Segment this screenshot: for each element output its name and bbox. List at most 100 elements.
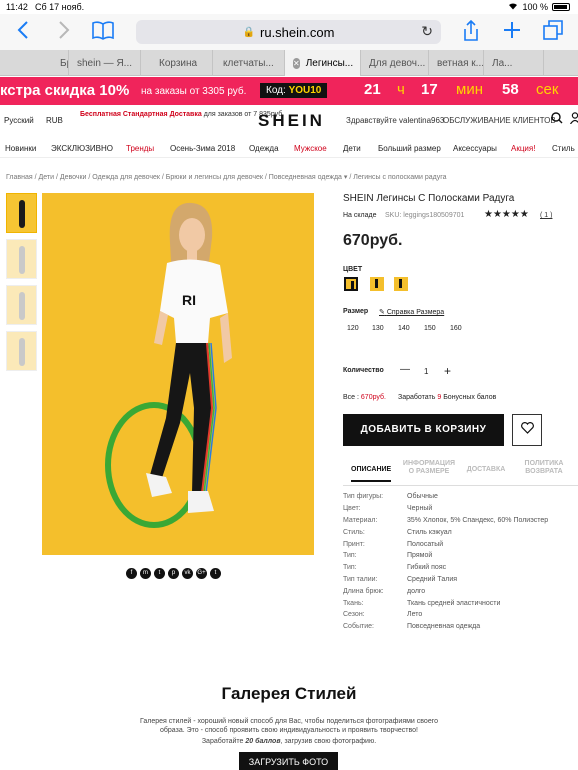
thumbnail-4[interactable] (6, 331, 37, 371)
size-option-130[interactable]: 130 (372, 325, 384, 332)
tab-description[interactable]: ОПИСАНИЕ (351, 466, 391, 482)
promo-code: Код: YOU10 (260, 83, 328, 98)
quantity-increase-button[interactable]: + (444, 364, 451, 378)
account-greeting[interactable]: Здравствуйте valentina963 (346, 116, 444, 125)
google-plus-icon[interactable]: G+ (196, 568, 207, 579)
promo-banner[interactable]: кстра скидка 10% на заказы от 3305 руб. … (0, 77, 578, 105)
attr-value: Обычные (407, 493, 438, 500)
rating-stars: ★★★★★ (484, 209, 529, 220)
bookmarks-icon[interactable] (92, 20, 114, 45)
tab-3[interactable]: клетчаты... (213, 50, 285, 76)
search-icon[interactable] (551, 112, 563, 127)
attr-value: Гибкий пояс (407, 564, 447, 571)
timer-hours: 21 (364, 81, 381, 98)
back-icon[interactable] (17, 20, 29, 45)
color-swatch-3[interactable] (394, 277, 408, 291)
tab-size-info[interactable]: ИНФОРМАЦИЯ О РАЗМЕРЕ (401, 460, 457, 476)
language-selector[interactable]: Русский (4, 116, 34, 125)
nav-clothing[interactable]: Одежда (249, 144, 279, 153)
facebook-icon[interactable]: f (126, 568, 137, 579)
status-date: Сб 17 нояб. (35, 2, 85, 12)
share-icon[interactable] (463, 19, 479, 47)
tab-6[interactable]: ветная к... (429, 50, 484, 76)
ruler-icon: ✎ (379, 309, 385, 316)
quantity-label: Количество (343, 367, 384, 374)
quantity-decrease-button[interactable]: — (400, 364, 410, 375)
vk-icon[interactable]: vk (182, 568, 193, 579)
add-to-cart-button[interactable]: ДОБАВИТЬ В КОРЗИНУ (343, 414, 504, 446)
status-time: 11:42 (6, 2, 28, 12)
attr-value: 35% Хлопок, 5% Спандекс, 60% Полиэстер (407, 517, 549, 524)
size-option-140[interactable]: 140 (398, 325, 410, 332)
new-tab-icon[interactable] (503, 20, 521, 45)
attr-key: Событие: (343, 623, 374, 630)
gallery-title: Галерея Стилей (221, 684, 357, 703)
size-guide-link[interactable]: ✎ Справка Размера (379, 308, 444, 316)
nav-men[interactable]: Мужское (294, 144, 327, 153)
total-price: Все : 670руб. (343, 394, 386, 401)
nav-trends[interactable]: Тренды (126, 144, 154, 153)
shein-logo[interactable]: SHEIN (258, 111, 325, 131)
tab-2[interactable]: Корзина (141, 50, 213, 76)
attr-key: Стиль: (343, 529, 365, 536)
customer-service-link[interactable]: ОБСЛУЖИВАНИЕ КЛИЕНТОВ (443, 116, 556, 125)
attr-value: Повседневная одежда (407, 623, 481, 630)
thumbnail-1[interactable] (6, 193, 37, 233)
forward-icon[interactable] (58, 20, 70, 45)
address-bar[interactable]: 🔒 ru.shein.com ↻ (136, 20, 441, 44)
attr-value: Полосатый (407, 541, 444, 548)
nav-kids[interactable]: Дети (343, 144, 361, 153)
product-main-image[interactable]: RI (42, 193, 314, 555)
svg-text:RI: RI (182, 292, 196, 308)
messenger-icon[interactable]: m (140, 568, 151, 579)
nav-exclusive[interactable]: ЭКСКЛЮЗИВНО (51, 144, 113, 153)
stock-status: На складе (343, 212, 377, 219)
tabs-overview-icon[interactable] (543, 20, 563, 45)
attr-key: Длина брюк: (343, 588, 384, 595)
pinterest-icon[interactable]: p (168, 568, 179, 579)
thumbnail-figure (19, 292, 25, 320)
attr-key: Материал: (343, 517, 378, 524)
nav-new[interactable]: Новинки (5, 144, 36, 153)
tab-4-active[interactable]: ✕ Легинсы... (285, 50, 361, 76)
nav-fall-winter[interactable]: Осень-Зима 2018 (170, 144, 235, 153)
tab-return-policy[interactable]: ПОЛИТИКА ВОЗВРАТА (519, 460, 569, 476)
attr-key: Принт: (343, 541, 365, 548)
attr-key: Цвет: (343, 505, 361, 512)
upload-photo-button[interactable]: ЗАГРУЗИТЬ ФОТО (239, 752, 338, 770)
tab-0[interactable]: Бронир (0, 50, 69, 76)
tab-7[interactable]: Ла... (484, 50, 544, 76)
twitter-icon[interactable]: t (154, 568, 165, 579)
reviews-count-link[interactable]: ( 1 ) (540, 212, 552, 219)
size-option-150[interactable]: 150 (424, 325, 436, 332)
url-text: ru.shein.com (260, 24, 335, 40)
size-option-160[interactable]: 160 (450, 325, 462, 332)
timer-minutes: 17 (421, 81, 438, 98)
nav-plus-size[interactable]: Больший размер (378, 144, 441, 153)
tab-shipping[interactable]: ДОСТАВКА (463, 466, 509, 474)
tumblr-icon[interactable]: t (210, 568, 221, 579)
nav-accessories[interactable]: Аксессуары (453, 144, 497, 153)
close-icon[interactable]: ✕ (293, 57, 300, 69)
timer-seconds: 58 (502, 81, 519, 98)
thumbnail-2[interactable] (6, 239, 37, 279)
thumbnail-figure (19, 338, 25, 366)
user-icon[interactable] (569, 112, 578, 127)
promo-discount: кстра скидка 10% (0, 82, 130, 99)
product-photo-illustration: RI (105, 202, 232, 528)
currency-selector[interactable]: RUB (46, 116, 63, 125)
nav-sale[interactable]: Акция! (511, 144, 535, 153)
wishlist-button[interactable] (512, 414, 542, 446)
quantity-value[interactable]: 1 (424, 367, 428, 376)
breadcrumb[interactable]: Главная / Дети / Девочки / Одежда для де… (6, 173, 447, 181)
reload-icon[interactable]: ↻ (421, 23, 433, 40)
color-swatch-2[interactable] (370, 277, 384, 291)
tab-5[interactable]: Для девоч... (361, 50, 429, 76)
color-swatch-1[interactable] (344, 277, 358, 291)
attr-key: Тип: (343, 564, 357, 571)
tab-1[interactable]: shein — Я... (69, 50, 141, 76)
size-option-120[interactable]: 120 (347, 325, 359, 332)
thumbnail-3[interactable] (6, 285, 37, 325)
nav-style[interactable]: Стиль (552, 144, 575, 153)
thumbnail-figure (19, 200, 25, 228)
